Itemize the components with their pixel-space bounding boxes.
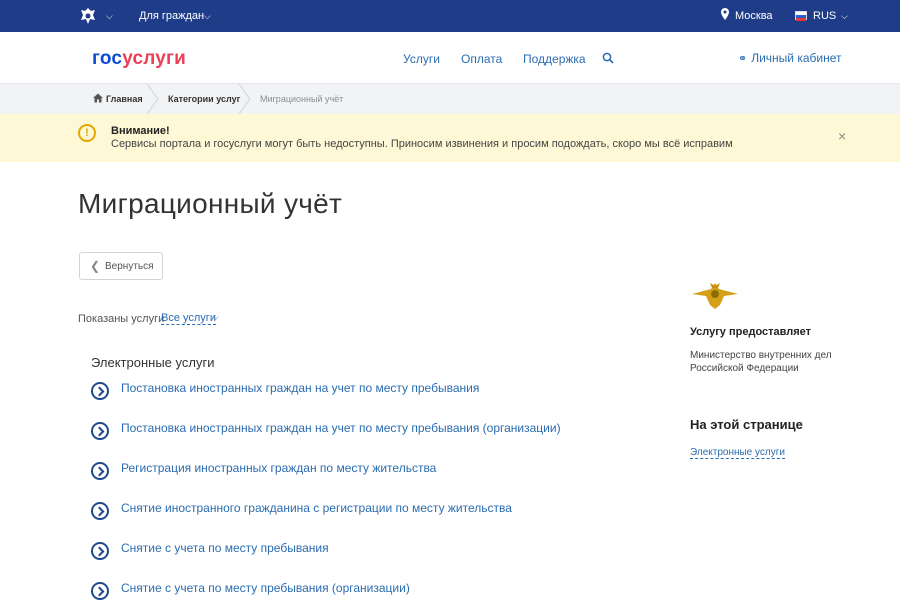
service-item[interactable]: Снятие с учета по месту пребывания (орга… <box>91 581 611 605</box>
service-item[interactable]: Регистрация иностранных граждан по месту… <box>91 461 611 485</box>
back-button[interactable]: ❮ Вернуться <box>79 252 163 280</box>
breadcrumb-separator <box>238 84 251 114</box>
service-item[interactable]: Снятие с учета по месту пребывания <box>91 541 611 565</box>
gosuslugi-logo[interactable]: госуслуги <box>92 48 186 70</box>
home-icon[interactable] <box>93 93 103 103</box>
audience-selector[interactable]: Для граждан <box>139 10 204 22</box>
section-title: Электронные услуги <box>91 355 215 370</box>
breadcrumb-current: Миграционный учёт <box>260 94 344 104</box>
nav-services[interactable]: Услуги <box>403 52 440 66</box>
nav-support[interactable]: Поддержка <box>523 52 586 66</box>
breadcrumb-separator <box>146 84 159 114</box>
service-link[interactable]: Снятие с учета по месту пребывания (орга… <box>121 581 410 595</box>
search-icon[interactable] <box>602 52 614 64</box>
arrow-circle-icon <box>91 382 109 400</box>
mvd-emblem-icon <box>692 283 738 309</box>
location-pin-icon[interactable] <box>721 8 729 20</box>
provider-name-line2: Российской Федерации <box>690 363 799 374</box>
service-item[interactable]: Снятие иностранного гражданина с регистр… <box>91 501 611 525</box>
page-title: Миграционный учёт <box>78 188 343 219</box>
breadcrumb: Главная Категории услуг Миграционный учё… <box>0 84 900 114</box>
arrow-circle-icon <box>91 542 109 560</box>
arrow-circle-icon <box>91 502 109 520</box>
service-link[interactable]: Снятие с учета по месту пребывания <box>121 541 329 555</box>
service-item[interactable]: Постановка иностранных граждан на учет п… <box>91 381 611 405</box>
key-icon: ⚭ <box>738 53 748 65</box>
chevron-down-icon[interactable]: ⌵ <box>106 11 113 22</box>
breadcrumb-categories[interactable]: Категории услуг <box>168 94 240 104</box>
nav-payment[interactable]: Оплата <box>461 52 502 66</box>
arrow-circle-icon <box>91 582 109 600</box>
provider-heading: Услугу предоставляет <box>690 326 812 338</box>
services-filter-dropdown[interactable]: Все услуги <box>161 312 216 325</box>
coat-of-arms-icon[interactable] <box>78 6 98 26</box>
arrow-circle-icon <box>91 422 109 440</box>
warning-message: Сервисы портала и госуслуги могут быть н… <box>111 138 733 150</box>
service-link[interactable]: Снятие иностранного гражданина с регистр… <box>121 501 512 515</box>
anchor-link-electronic-services[interactable]: Электронные услуги <box>690 447 785 459</box>
on-page-heading: На этой странице <box>690 417 803 432</box>
main-header: госуслуги Услуги Оплата Поддержка ⚭ Личны… <box>0 32 900 84</box>
arrow-circle-icon <box>91 462 109 480</box>
breadcrumb-home[interactable]: Главная <box>106 94 143 104</box>
filter-label: Показаны услуги <box>78 313 165 325</box>
chevron-down-icon[interactable]: ⌵ <box>204 11 211 22</box>
city-selector[interactable]: Москва <box>735 10 773 22</box>
service-item[interactable]: Постановка иностранных граждан на учет п… <box>91 421 611 445</box>
close-icon[interactable]: × <box>838 128 846 144</box>
warning-title: Внимание! <box>111 125 170 137</box>
chevron-left-icon: ❮ <box>90 259 101 273</box>
top-bar: ⌵ Для граждан ⌵ Москва RUS ⌵ <box>0 0 900 32</box>
service-link[interactable]: Постановка иностранных граждан на учет п… <box>121 421 561 435</box>
chevron-down-icon[interactable]: ⌵ <box>841 11 848 22</box>
provider-name-line1: Министерство внутренних дел <box>690 350 832 361</box>
warning-banner: ! Внимание! Сервисы портала и госуслуги … <box>0 114 900 162</box>
warning-icon: ! <box>78 124 96 142</box>
russian-flag-icon <box>795 11 807 21</box>
chevron-down-icon[interactable]: ⌵ <box>212 312 219 323</box>
language-selector[interactable]: RUS <box>813 10 836 22</box>
service-link[interactable]: Регистрация иностранных граждан по месту… <box>121 461 436 475</box>
service-link[interactable]: Постановка иностранных граждан на учет п… <box>121 381 479 395</box>
personal-account-link[interactable]: ⚭ Личный кабинет <box>738 51 842 65</box>
